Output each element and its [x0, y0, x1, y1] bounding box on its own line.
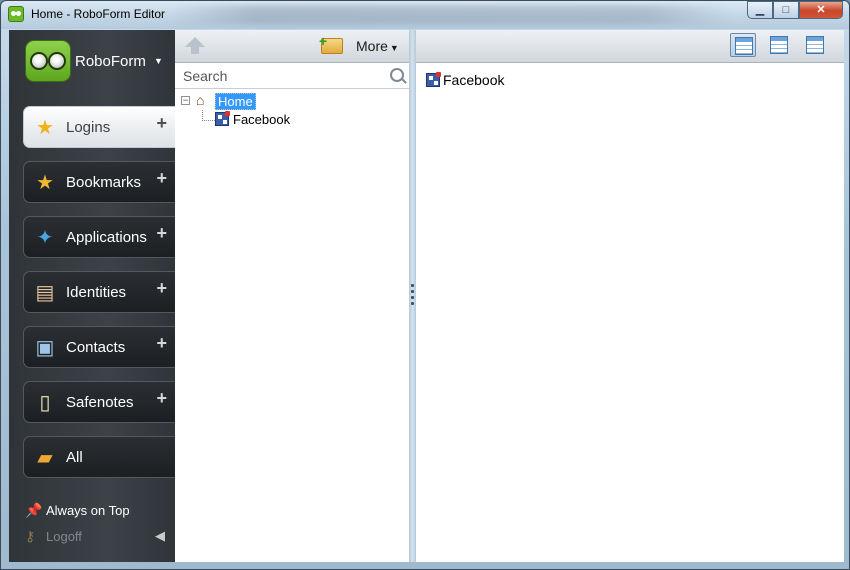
- search-box: [175, 63, 409, 89]
- always-on-top-toggle[interactable]: 📌 Always on Top: [25, 500, 175, 526]
- sidebar-item-label: Logins: [66, 119, 111, 136]
- more-label: More: [356, 38, 388, 54]
- list-view-button[interactable]: [802, 33, 828, 57]
- title-bar[interactable]: Home - RoboForm Editor ▁ □ ✕: [1, 1, 849, 29]
- add-identity-button[interactable]: +: [156, 278, 167, 299]
- app-window: Home - RoboForm Editor ▁ □ ✕ RoboForm ▼ …: [0, 0, 850, 570]
- sidebar-item-label: Applications: [66, 229, 147, 246]
- details-view-icon: [735, 37, 753, 55]
- roboform-app-icon: [8, 6, 24, 22]
- roboform-logo-icon: [25, 40, 71, 82]
- search-input[interactable]: [181, 66, 381, 86]
- bookmarks-icon: ★: [36, 172, 54, 194]
- close-button[interactable]: ✕: [799, 1, 843, 19]
- brand-name: RoboForm: [75, 53, 146, 70]
- logoff-button[interactable]: ⚷ Logoff ◀: [25, 526, 175, 552]
- all-icon: ▰: [37, 447, 53, 469]
- tree-toolbar: + More ▼: [175, 30, 409, 63]
- sidebar-item-applications[interactable]: ✦ Applications +: [23, 216, 175, 258]
- tree-connector: [202, 110, 215, 121]
- pin-icon: 📌: [25, 502, 43, 518]
- content-panel: Facebook: [416, 30, 844, 562]
- maximize-button[interactable]: □: [773, 1, 799, 19]
- add-bookmark-button[interactable]: +: [156, 168, 167, 189]
- more-menu-button[interactable]: More ▼: [356, 38, 399, 54]
- grip-dot: [411, 290, 414, 293]
- sidebar-item-all[interactable]: ▰ All: [23, 436, 175, 478]
- grip-dot: [411, 296, 414, 299]
- logo-left-eye: [30, 52, 48, 70]
- sidebar-item-label: Contacts: [66, 339, 126, 356]
- sidebar-item-label: All: [66, 449, 83, 466]
- login-entry-icon: [426, 72, 441, 87]
- category-nav: ★ Logins + ★ Bookmarks + ✦ Applications …: [23, 106, 175, 491]
- sidebar: RoboForm ▼ ★ Logins + ★ Bookmarks + ✦ Ap…: [9, 30, 175, 562]
- logins-icon: ★: [36, 117, 54, 139]
- sidebar-item-logins[interactable]: ★ Logins +: [23, 106, 175, 148]
- caret-down-icon: ▼: [154, 56, 163, 66]
- identities-icon: ▤: [35, 282, 55, 304]
- home-icon: ⌂: [196, 92, 205, 108]
- new-folder-icon[interactable]: +: [319, 33, 343, 54]
- add-safenote-button[interactable]: +: [156, 388, 167, 409]
- table-view-icon: [770, 36, 788, 54]
- sidebar-item-safenotes[interactable]: ▯ Safenotes +: [23, 381, 175, 423]
- details-view-button[interactable]: [730, 33, 756, 57]
- title-bar-blur: [171, 5, 731, 25]
- panel-splitter[interactable]: [409, 30, 416, 562]
- collapse-toggle[interactable]: −: [181, 96, 190, 105]
- contacts-icon: ▣: [35, 337, 55, 359]
- up-folder-arrow-icon[interactable]: [185, 37, 205, 54]
- sidebar-item-label: Safenotes: [66, 394, 134, 411]
- always-on-top-label: Always on Top: [46, 503, 130, 518]
- folder-tree-panel: + More▼ − ⌂ Home Facebook: [175, 30, 409, 562]
- sidebar-item-bookmarks[interactable]: ★ Bookmarks +: [23, 161, 175, 203]
- add-application-button[interactable]: +: [156, 223, 167, 244]
- brand-menu[interactable]: RoboForm ▼: [25, 38, 175, 88]
- logoff-label: Logoff: [46, 529, 82, 544]
- grip-dot: [411, 302, 414, 305]
- key-icon: ⚷: [25, 528, 36, 544]
- window-controls: ▁ □ ✕: [747, 1, 843, 19]
- table-view-button[interactable]: [766, 33, 792, 57]
- sidebar-item-label: Identities: [66, 284, 127, 301]
- window-title: Home - RoboForm Editor: [31, 7, 166, 21]
- applications-icon: ✦: [36, 227, 54, 249]
- tree-node-label: Home: [215, 93, 256, 110]
- list-view-icon: [806, 36, 824, 54]
- search-icon[interactable]: [390, 68, 404, 82]
- view-toolbar: [416, 30, 844, 63]
- safenotes-icon: ▯: [39, 392, 51, 414]
- sidebar-item-contacts[interactable]: ▣ Contacts +: [23, 326, 175, 368]
- tree-node-label: Facebook: [233, 112, 291, 127]
- logo-right-eye: [48, 52, 66, 70]
- minimize-button[interactable]: ▁: [747, 1, 773, 19]
- collapse-sidebar-arrow-icon[interactable]: ◀: [155, 528, 165, 544]
- add-login-button[interactable]: +: [156, 113, 167, 134]
- sidebar-item-identities[interactable]: ▤ Identities +: [23, 271, 175, 313]
- add-contact-button[interactable]: +: [156, 333, 167, 354]
- grip-dot: [411, 284, 414, 287]
- sidebar-footer: 📌 Always on Top ⚷ Logoff ◀: [25, 500, 175, 552]
- login-entry-icon: [215, 111, 230, 126]
- caret-down-icon: ▼: [389, 43, 399, 53]
- sidebar-item-label: Bookmarks: [66, 174, 142, 191]
- list-item-label: Facebook: [443, 72, 505, 88]
